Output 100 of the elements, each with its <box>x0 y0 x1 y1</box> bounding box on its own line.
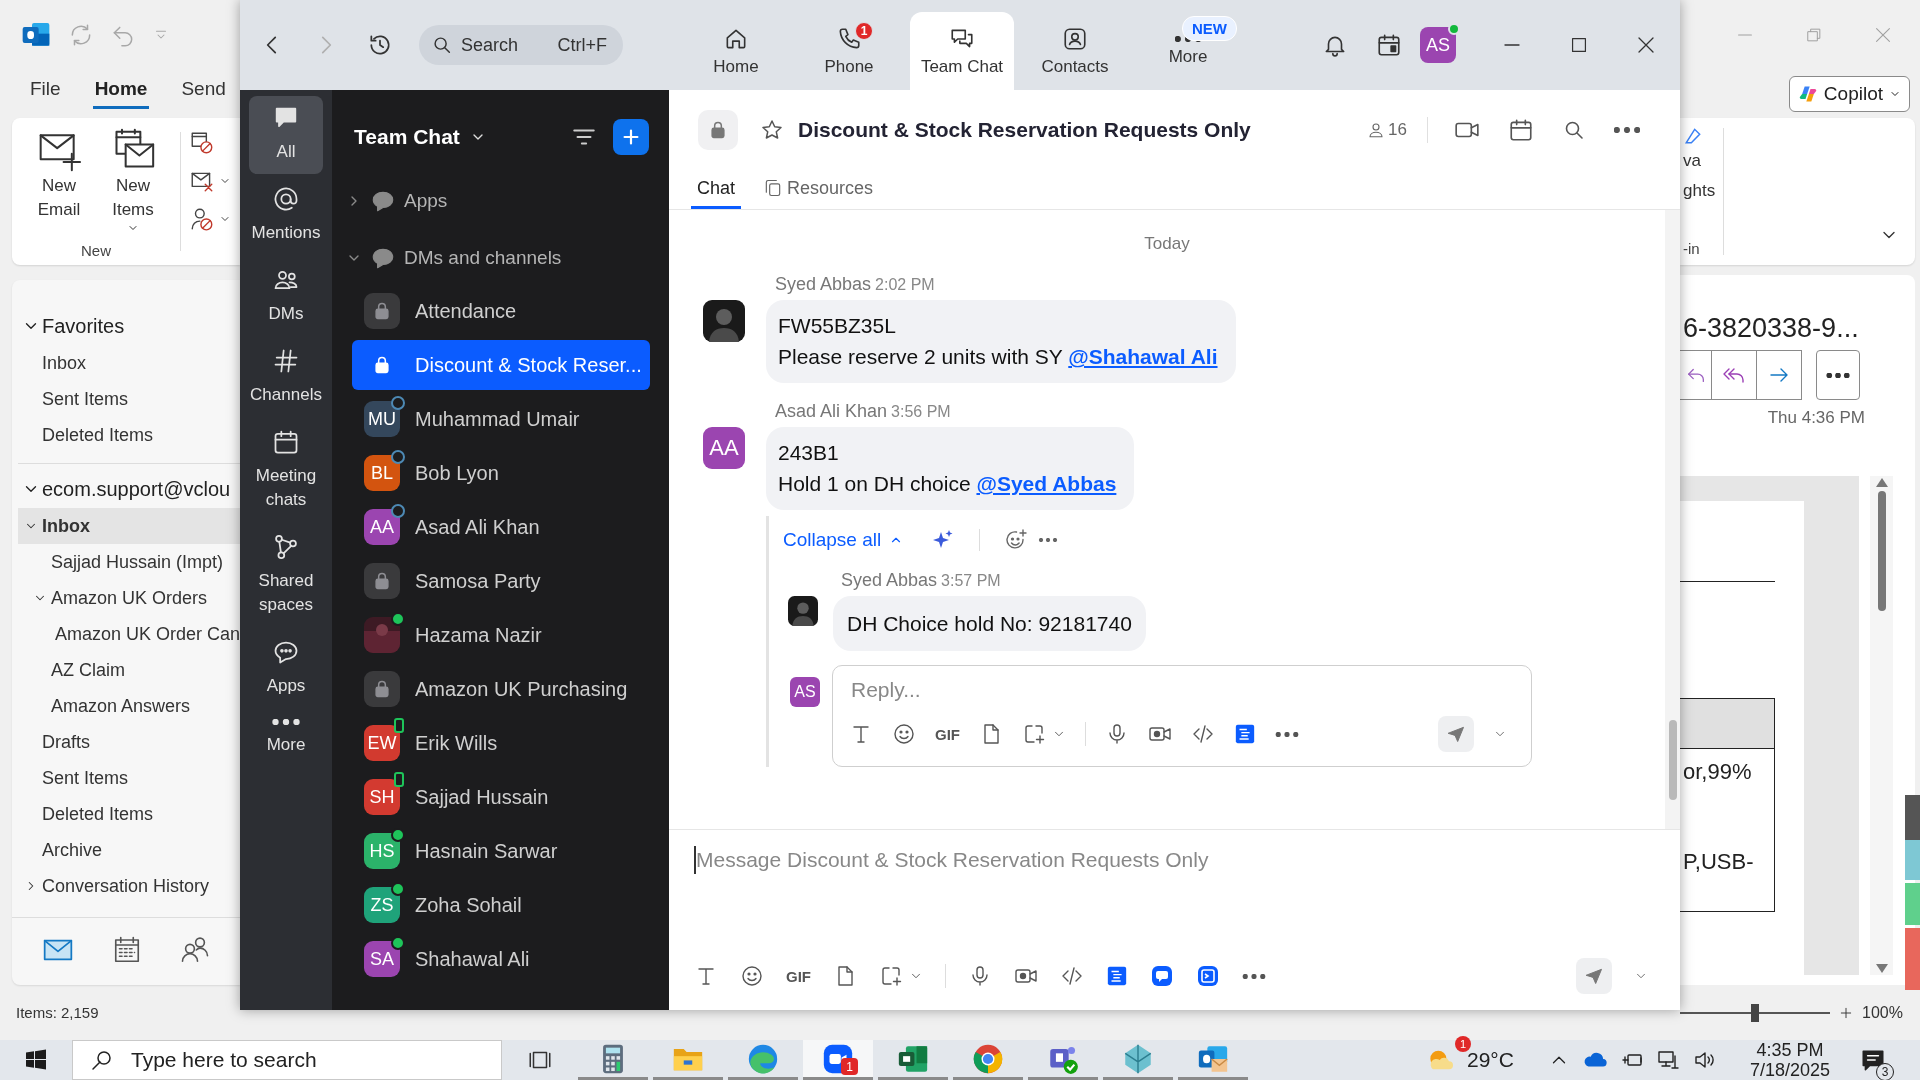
add-reaction-icon[interactable] <box>1004 528 1029 552</box>
calendar-icon[interactable] <box>1376 32 1402 58</box>
network-icon[interactable] <box>1655 1048 1680 1072</box>
gif-button[interactable]: GIF <box>935 725 960 743</box>
reply-field[interactable]: Reply... <box>849 672 1249 708</box>
sidebar-item[interactable]: DMs <box>249 258 323 336</box>
ribbon-tab[interactable]: File <box>28 71 63 109</box>
history-icon[interactable] <box>367 32 393 58</box>
scrollbar-thumb[interactable] <box>1668 720 1677 800</box>
sidebar-item[interactable]: Meeting chats <box>249 420 323 522</box>
calendar-icon[interactable] <box>1508 117 1534 143</box>
sidebar-item[interactable]: Mentions <box>249 177 323 255</box>
emoji-icon[interactable] <box>740 964 764 988</box>
channel-item[interactable]: Samosa Party <box>352 556 650 606</box>
forward-button[interactable] <box>1756 350 1802 400</box>
section-header[interactable]: Apps <box>332 172 669 229</box>
nav-tab[interactable]: Contacts <box>1023 12 1127 90</box>
channel-item[interactable]: HS Hasnain Sarwar <box>352 826 650 876</box>
mention-link[interactable]: @Syed Abbas <box>976 472 1117 495</box>
box-app-icon[interactable] <box>1196 964 1220 988</box>
channel-item[interactable]: Hazama Nazir <box>352 610 650 660</box>
members-button[interactable]: 16 <box>1367 120 1407 140</box>
people-icon[interactable] <box>180 934 210 965</box>
document-app-icon[interactable] <box>1106 965 1128 987</box>
clock-time[interactable]: 4:35 PM <box>1756 1040 1824 1060</box>
nav-tab[interactable]: 1 Phone <box>797 12 901 90</box>
user-avatar[interactable]: AS <box>1420 27 1456 63</box>
nav-tab[interactable]: NEW More <box>1136 12 1240 90</box>
folder-item[interactable]: Favorites <box>18 307 240 345</box>
sidebar-item[interactable]: Apps <box>249 630 323 708</box>
list-title[interactable]: Team Chat <box>354 125 460 149</box>
channel-item[interactable]: MU Muhammad Umair <box>352 394 650 444</box>
windows-logo-icon[interactable] <box>24 1048 48 1072</box>
tab[interactable]: Resources <box>757 170 880 209</box>
channel-item[interactable]: Attendance <box>352 286 650 336</box>
chat-app-icon[interactable] <box>1150 964 1174 988</box>
sidebar-item[interactable]: All <box>249 96 323 174</box>
channel-item[interactable]: SH Sajjad Hussain <box>352 772 650 822</box>
nav-tab[interactable]: Team Chat <box>910 12 1014 90</box>
screenshot-icon[interactable] <box>1022 722 1046 746</box>
folder-item[interactable]: ecom.support@vclou <box>18 470 240 508</box>
channel-item[interactable]: Discount & Stock Reser... <box>352 340 650 390</box>
new-email-button[interactable]: New Email <box>28 128 90 234</box>
folder-item[interactable]: Drafts <box>18 724 240 760</box>
folder-item[interactable]: Inbox <box>18 508 240 544</box>
folder-item[interactable]: AZ Claim <box>18 652 240 688</box>
nav-tab[interactable]: Home <box>684 12 788 90</box>
folder-item[interactable]: Sent Items <box>18 760 240 796</box>
more-icon[interactable] <box>1275 731 1299 737</box>
folder-item[interactable]: Amazon UK Orders <box>18 580 240 616</box>
screenshot-icon[interactable] <box>879 964 903 988</box>
channel-item[interactable]: AA Asad Ali Khan <box>352 502 650 552</box>
more-button[interactable] <box>1816 350 1860 400</box>
message-field[interactable]: Message Discount & Stock Reservation Requests Only <box>694 846 1394 874</box>
clock-date[interactable]: 7/18/2025 <box>1749 1060 1830 1080</box>
gif-button[interactable]: GIF <box>786 967 811 985</box>
folder-item[interactable]: Amazon Answers <box>18 688 240 724</box>
folder-item[interactable]: Archive <box>18 832 240 868</box>
folder-item[interactable]: Amazon UK Order Can <box>18 616 240 652</box>
folder-item[interactable]: Deleted Items <box>18 796 240 832</box>
channel-item[interactable]: ZS Zoha Sohail <box>352 880 650 930</box>
mention-link[interactable]: @Shahawal Ali <box>1068 345 1218 368</box>
calendar-icon[interactable] <box>112 934 142 965</box>
folder-item[interactable]: Sajjad Hussain (Impt) <box>18 544 240 580</box>
emoji-icon[interactable] <box>892 722 916 746</box>
channel-item[interactable]: BL Bob Lyon <box>352 448 650 498</box>
message-text: FW55BZ35L <box>778 313 897 339</box>
folder-item[interactable]: Deleted Items <box>18 417 240 453</box>
section-header[interactable]: DMs and channels <box>332 229 669 286</box>
folder-item[interactable]: Inbox <box>18 345 240 381</box>
new-items-button[interactable]: New Items <box>102 128 164 234</box>
ribbon-tab[interactable]: Send <box>179 71 228 109</box>
folder-item[interactable]: Sent Items <box>18 381 240 417</box>
sidebar-item[interactable]: More <box>249 711 323 767</box>
document-app-icon[interactable] <box>1234 723 1256 745</box>
ignore-icon[interactable] <box>189 130 215 156</box>
copilot-button[interactable]: Copilot <box>1788 76 1910 112</box>
ribbon-tab[interactable]: Home <box>92 71 150 109</box>
taskbar-button[interactable]: 1 <box>803 1040 873 1080</box>
collapse-all-link[interactable]: Collapse all <box>783 529 904 551</box>
taskbar-search-field[interactable]: Type here to search <box>72 1040 502 1080</box>
sidebar-item[interactable]: Channels <box>249 339 323 417</box>
send-button[interactable] <box>1576 958 1612 994</box>
reply-button[interactable] <box>1680 350 1712 400</box>
send-button[interactable] <box>1438 716 1474 752</box>
sidebar-item[interactable]: Shared spaces <box>249 525 323 627</box>
reply-all-button[interactable] <box>1711 350 1757 400</box>
star-icon[interactable] <box>760 118 784 142</box>
more-icon[interactable] <box>1242 973 1266 979</box>
more-icon[interactable] <box>1038 538 1059 542</box>
channel-item[interactable]: EW Erik Wills <box>352 718 650 768</box>
scrollbar[interactable] <box>1870 476 1893 975</box>
block-user-icon[interactable] <box>189 206 215 232</box>
send-icon <box>1584 966 1604 986</box>
more-icon[interactable] <box>1614 127 1640 133</box>
channel-item[interactable]: Amazon UK Purchasing <box>352 664 650 714</box>
folder-item[interactable]: Conversation History <box>18 868 240 904</box>
tab[interactable]: Chat <box>691 170 742 209</box>
new-chat-button[interactable] <box>613 119 649 155</box>
channel-item[interactable]: SA Shahawal Ali <box>352 934 650 984</box>
